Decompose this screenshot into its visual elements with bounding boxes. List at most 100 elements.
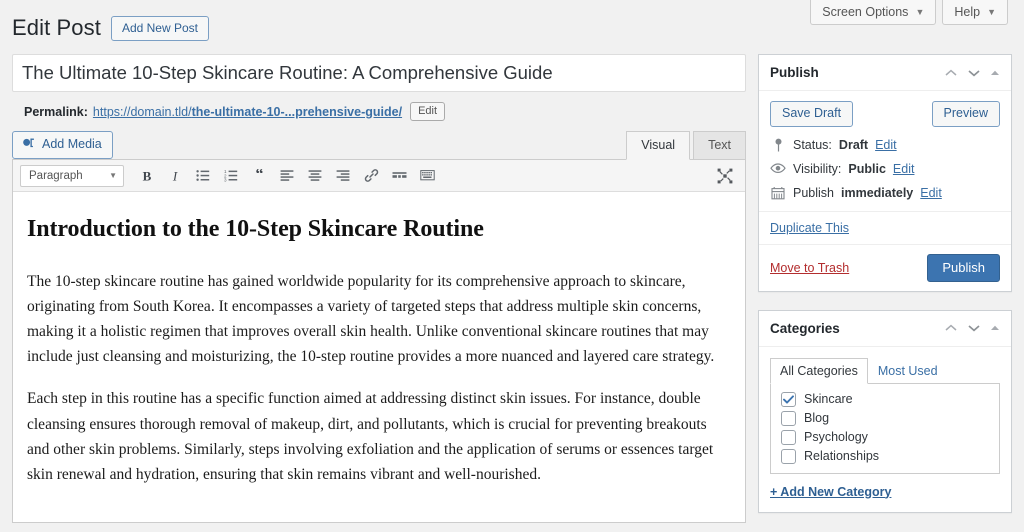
status-label: Status: bbox=[793, 138, 832, 152]
schedule-value: immediately bbox=[841, 186, 913, 200]
align-center-icon[interactable] bbox=[302, 164, 328, 188]
content-paragraph: The 10-step skincare routine has gained … bbox=[27, 269, 731, 369]
calendar-icon bbox=[770, 186, 786, 200]
svg-text:B: B bbox=[143, 169, 152, 183]
add-new-category-link[interactable]: + Add New Category bbox=[770, 485, 891, 499]
trash-and-publish-row: Move to Trash Publish bbox=[759, 244, 1011, 291]
add-new-category-row: + Add New Category bbox=[770, 485, 1000, 499]
metabox-order-controls bbox=[944, 323, 1000, 333]
align-right-icon[interactable] bbox=[330, 164, 356, 188]
screen-options-button[interactable]: Screen Options ▼ bbox=[810, 0, 936, 25]
categories-metabox: Categories All Categories Most Us bbox=[758, 310, 1012, 513]
editor-mode-tabs: Visual Text bbox=[626, 130, 746, 159]
toolbar-toggle-icon[interactable] bbox=[414, 164, 440, 188]
status-row: Status: Draft Edit bbox=[759, 133, 1011, 157]
move-to-trash-link[interactable]: Move to Trash bbox=[770, 261, 849, 275]
checkbox-relationships[interactable] bbox=[781, 449, 796, 464]
screen-options-label: Screen Options bbox=[822, 5, 908, 19]
sidebar-column: Publish Save Draft Preview bbox=[758, 54, 1012, 531]
paragraph-format-select[interactable]: Paragraph ▼ bbox=[20, 165, 124, 187]
link-icon[interactable] bbox=[358, 164, 384, 188]
permalink-slug: the-ultimate-10-...prehensive-guide/ bbox=[192, 105, 402, 119]
permalink-label: Permalink: bbox=[24, 105, 88, 119]
duplicate-row: Duplicate This bbox=[759, 211, 1011, 244]
checkbox-skincare[interactable] bbox=[781, 392, 796, 407]
chevron-down-icon: ▼ bbox=[987, 8, 996, 17]
move-down-icon[interactable] bbox=[967, 323, 981, 333]
post-title-input[interactable] bbox=[12, 54, 746, 92]
edit-visibility-link[interactable]: Edit bbox=[893, 162, 915, 176]
categories-metabox-title: Categories bbox=[770, 321, 944, 336]
categories-body: All Categories Most Used Skincare bbox=[759, 347, 1011, 512]
list-item[interactable]: Blog bbox=[771, 409, 999, 428]
content-paragraph: Each step in this routine has a specific… bbox=[27, 386, 731, 486]
format-select-value: Paragraph bbox=[29, 170, 83, 182]
add-media-label: Add Media bbox=[42, 138, 102, 151]
chevron-down-icon: ▼ bbox=[915, 8, 924, 17]
permalink-domain: https://domain.tld/ bbox=[93, 105, 192, 119]
category-label: Skincare bbox=[804, 392, 853, 406]
post-content-area[interactable]: Introduction to the 10-Step Skincare Rou… bbox=[13, 192, 745, 522]
move-up-icon[interactable] bbox=[944, 68, 958, 78]
save-draft-button[interactable]: Save Draft bbox=[770, 101, 853, 127]
numbered-list-icon[interactable]: 1 2 3 bbox=[218, 164, 244, 188]
publish-metabox-header: Publish bbox=[759, 55, 1011, 91]
bulleted-list-icon[interactable] bbox=[190, 164, 216, 188]
add-new-post-button[interactable]: Add New Post bbox=[111, 16, 209, 41]
permalink-link[interactable]: https://domain.tld/the-ultimate-10-...pr… bbox=[93, 105, 402, 119]
duplicate-this-link[interactable]: Duplicate This bbox=[770, 221, 849, 235]
tab-all-categories[interactable]: All Categories bbox=[770, 358, 868, 384]
category-label: Blog bbox=[804, 411, 829, 425]
distraction-free-icon[interactable] bbox=[712, 164, 738, 188]
publish-metabox: Publish Save Draft Preview bbox=[758, 54, 1012, 292]
editor-toolbar: Paragraph ▼ B I bbox=[13, 160, 745, 192]
page-title: Edit Post bbox=[12, 14, 101, 43]
add-media-button[interactable]: Add Media bbox=[12, 131, 113, 160]
tab-most-used[interactable]: Most Used bbox=[868, 358, 948, 384]
editor-container: Paragraph ▼ B I bbox=[12, 159, 746, 523]
edit-schedule-link[interactable]: Edit bbox=[920, 186, 942, 200]
content-heading: Introduction to the 10-Step Skincare Rou… bbox=[27, 216, 731, 243]
publish-metabox-title: Publish bbox=[770, 65, 944, 80]
move-up-icon[interactable] bbox=[944, 323, 958, 333]
align-left-icon[interactable] bbox=[274, 164, 300, 188]
post-editor-column: Permalink: https://domain.tld/the-ultima… bbox=[12, 54, 746, 523]
list-item[interactable]: Psychology bbox=[771, 428, 999, 447]
schedule-row: Publish immediately Edit bbox=[759, 181, 1011, 211]
wordpress-edit-post-screen: Screen Options ▼ Help ▼ Edit Post Add Ne… bbox=[0, 0, 1024, 532]
move-down-icon[interactable] bbox=[967, 68, 981, 78]
italic-icon[interactable]: I bbox=[162, 164, 188, 188]
page-header: Edit Post Add New Post bbox=[12, 14, 209, 43]
checkbox-psychology[interactable] bbox=[781, 430, 796, 445]
schedule-label: Publish bbox=[793, 186, 834, 200]
permalink-row: Permalink: https://domain.tld/the-ultima… bbox=[12, 102, 746, 121]
publish-actions-row: Save Draft Preview bbox=[759, 91, 1011, 133]
checkbox-blog[interactable] bbox=[781, 411, 796, 426]
svg-text:“: “ bbox=[255, 169, 263, 183]
categories-metabox-header: Categories bbox=[759, 311, 1011, 347]
toggle-panel-icon[interactable] bbox=[990, 69, 1000, 77]
read-more-icon[interactable] bbox=[386, 164, 412, 188]
list-item[interactable]: Skincare bbox=[771, 390, 999, 409]
pin-icon bbox=[770, 138, 786, 152]
category-label: Relationships bbox=[804, 449, 879, 463]
toggle-panel-icon[interactable] bbox=[990, 324, 1000, 332]
category-checklist: Skincare Blog Psychology bbox=[770, 384, 1000, 474]
media-and-mode-row: Add Media Visual Text bbox=[12, 133, 746, 159]
help-button[interactable]: Help ▼ bbox=[942, 0, 1008, 25]
publish-button[interactable]: Publish bbox=[927, 254, 1000, 282]
chevron-down-icon: ▼ bbox=[109, 171, 117, 180]
bold-icon[interactable]: B bbox=[134, 164, 160, 188]
visibility-label: Visibility: bbox=[793, 162, 841, 176]
blockquote-icon[interactable]: “ bbox=[246, 164, 272, 188]
tab-visual[interactable]: Visual bbox=[626, 131, 690, 160]
categories-tabs: All Categories Most Used bbox=[770, 357, 1000, 384]
status-value: Draft bbox=[839, 138, 868, 152]
tab-text[interactable]: Text bbox=[693, 131, 746, 160]
edit-status-link[interactable]: Edit bbox=[875, 138, 897, 152]
preview-button[interactable]: Preview bbox=[932, 101, 1000, 127]
edit-permalink-button[interactable]: Edit bbox=[410, 102, 445, 121]
help-label: Help bbox=[954, 5, 980, 19]
list-item[interactable]: Relationships bbox=[771, 447, 999, 466]
category-label: Psychology bbox=[804, 430, 868, 444]
